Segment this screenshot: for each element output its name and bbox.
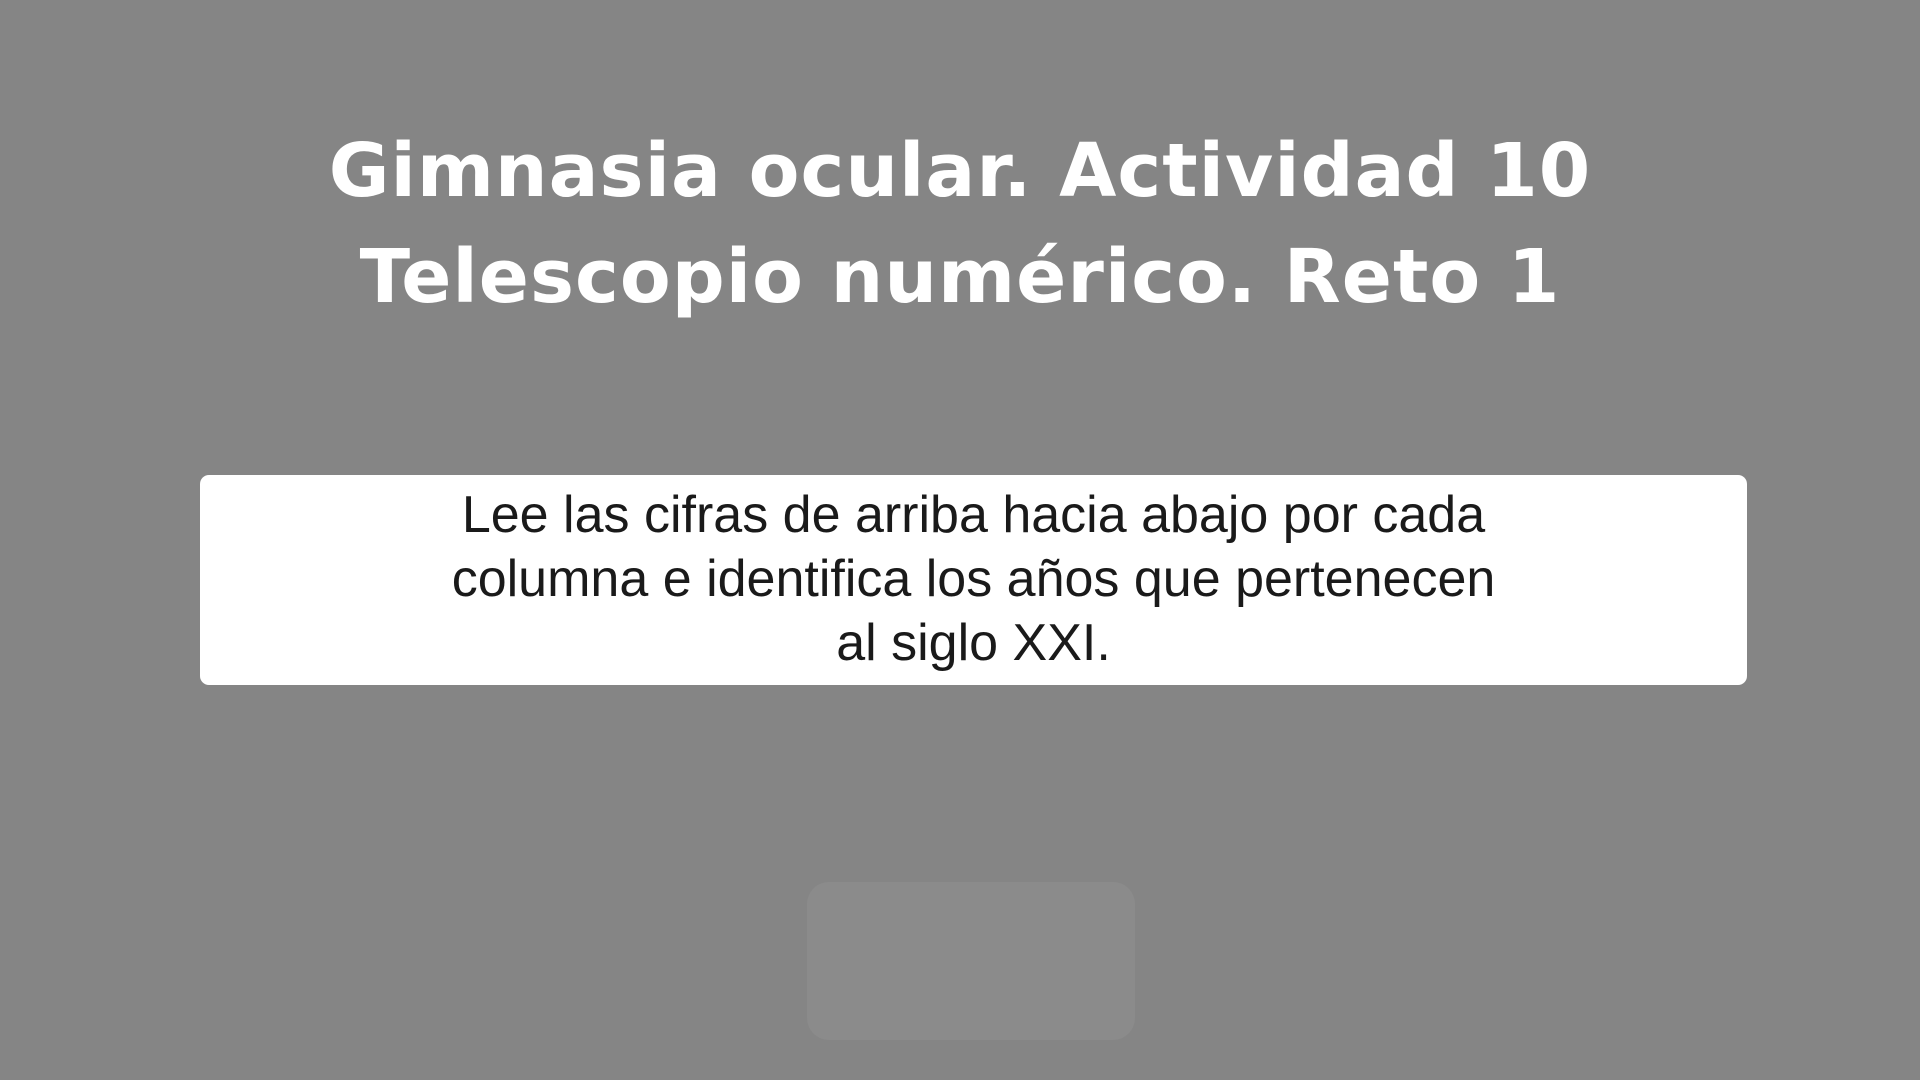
title-line-2: Telescopio numérico. Reto 1 [359,234,1561,320]
instruction-line-2: columna e identifica los años que perten… [451,550,1496,608]
slide: Gimnasia ocular. Actividad 10 Telescopio… [0,0,1920,1080]
instruction-line-3: al siglo XXI. [836,614,1111,672]
title-line-1: Gimnasia ocular. Actividad 10 [328,128,1592,214]
slide-title: Gimnasia ocular. Actividad 10 Telescopio… [0,118,1920,330]
start-button[interactable] [807,882,1135,1040]
instructions-box: Lee las cifras de arriba hacia abajo por… [200,475,1747,685]
instruction-line-1: Lee las cifras de arriba hacia abajo por… [461,486,1486,544]
